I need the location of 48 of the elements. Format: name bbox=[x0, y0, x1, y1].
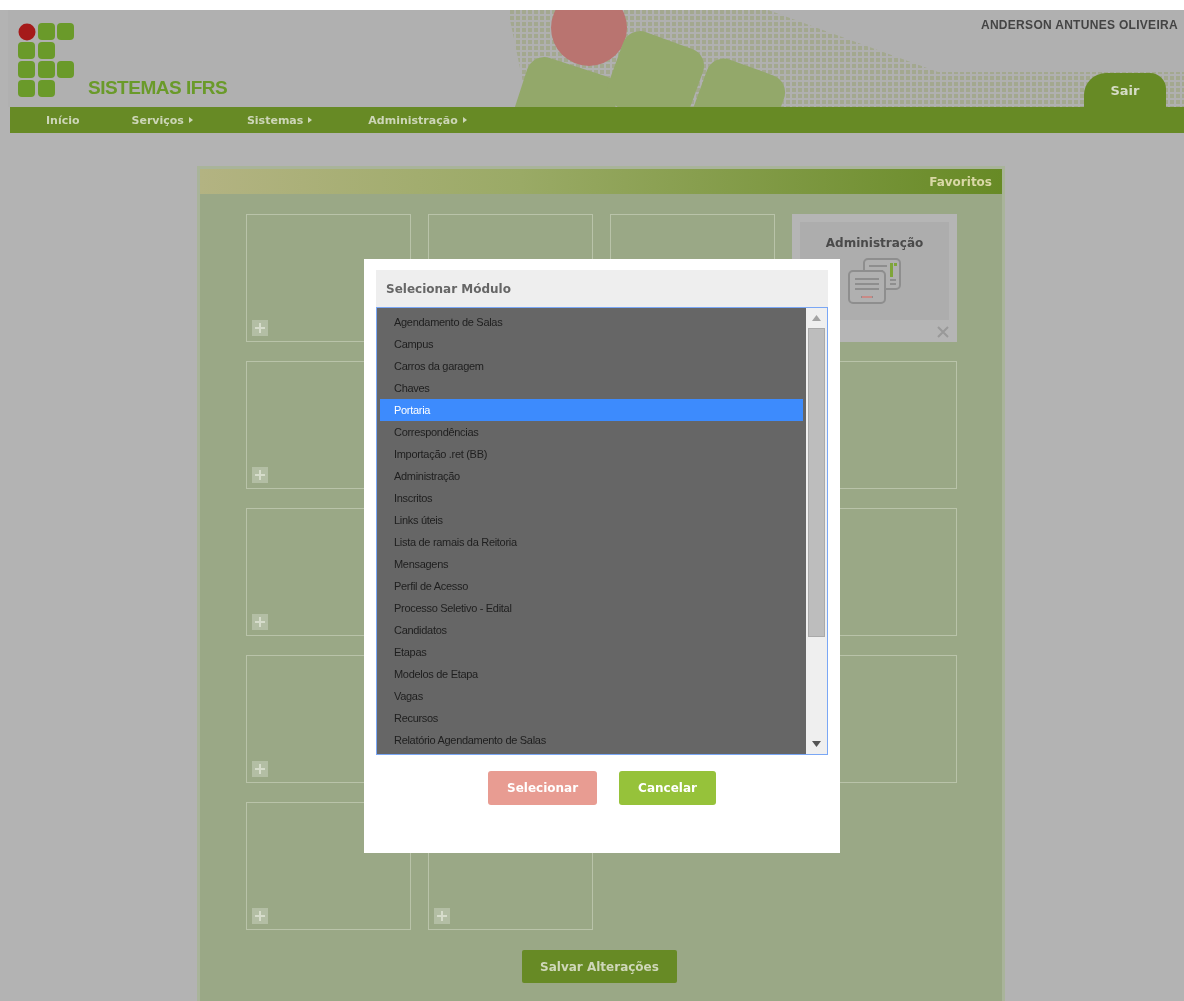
plus-icon[interactable] bbox=[252, 908, 268, 924]
cancel-button[interactable]: Cancelar bbox=[619, 771, 716, 805]
list-option[interactable]: Candidatos bbox=[380, 619, 803, 641]
list-option[interactable]: Processo Seletivo - Edital bbox=[380, 597, 803, 619]
list-option[interactable]: Perfil de Acesso bbox=[380, 575, 803, 597]
list-option[interactable]: Importação .ret (BB) bbox=[380, 443, 803, 465]
module-listbox[interactable] bbox=[376, 307, 828, 755]
list-option[interactable]: Mensagens bbox=[380, 553, 803, 575]
plus-icon[interactable] bbox=[434, 908, 450, 924]
list-option[interactable]: Inscritos bbox=[380, 487, 803, 509]
user-name: ANDERSON ANTUNES OLIVEIRA bbox=[980, 18, 1178, 32]
caret-icon bbox=[188, 117, 193, 123]
list-option[interactable]: Administração bbox=[380, 465, 803, 487]
list-option[interactable]: Correspondências bbox=[380, 421, 803, 443]
list-option[interactable]: Recursos bbox=[380, 707, 803, 729]
list-option[interactable]: Relatório Agendamento de Salas bbox=[380, 729, 803, 751]
favorites-title: Favoritos bbox=[929, 174, 992, 189]
list-option[interactable]: Modelos de Etapa bbox=[380, 663, 803, 685]
brand-title: SISTEMAS IFRS bbox=[88, 77, 228, 99]
scroll-down-icon[interactable] bbox=[812, 741, 821, 747]
nav-menu-item[interactable]: Administração bbox=[368, 113, 467, 127]
plus-icon[interactable] bbox=[252, 614, 268, 630]
scroll-up-icon[interactable] bbox=[812, 315, 821, 321]
plus-icon[interactable] bbox=[252, 320, 268, 336]
logout-tab[interactable]: Sair bbox=[1084, 73, 1166, 107]
list-option[interactable]: Links úteis bbox=[380, 509, 803, 531]
list-option[interactable]: Lista de ramais da Reitoria bbox=[380, 531, 803, 553]
caret-icon bbox=[308, 117, 313, 123]
save-button[interactable]: Salvar Alterações bbox=[522, 950, 677, 983]
plus-icon[interactable] bbox=[252, 467, 268, 483]
close-icon[interactable] bbox=[937, 326, 949, 338]
scrollbar-thumb[interactable] bbox=[808, 328, 825, 637]
nav-menu-item[interactable]: Sistemas bbox=[246, 113, 313, 127]
list-option[interactable]: Vagas bbox=[380, 685, 803, 707]
logo-icon bbox=[18, 23, 76, 99]
select-button[interactable]: Selecionar bbox=[488, 771, 598, 805]
list-option[interactable]: Portaria bbox=[380, 399, 803, 421]
plus-icon[interactable] bbox=[252, 761, 268, 777]
list-option[interactable]: Chaves bbox=[380, 377, 803, 399]
documents-icon bbox=[847, 258, 902, 304]
module-title: Administração bbox=[825, 236, 924, 250]
list-option[interactable]: Etapas bbox=[380, 641, 803, 663]
caret-icon bbox=[462, 117, 467, 123]
nav-menu-item[interactable]: Serviços bbox=[131, 113, 193, 127]
scrollbar[interactable] bbox=[806, 308, 827, 754]
list-option[interactable]: Carros da garagem bbox=[380, 355, 803, 377]
dialog-title: Selecionar Módulo bbox=[386, 281, 511, 296]
nav-menu-item[interactable]: Início bbox=[46, 113, 80, 127]
